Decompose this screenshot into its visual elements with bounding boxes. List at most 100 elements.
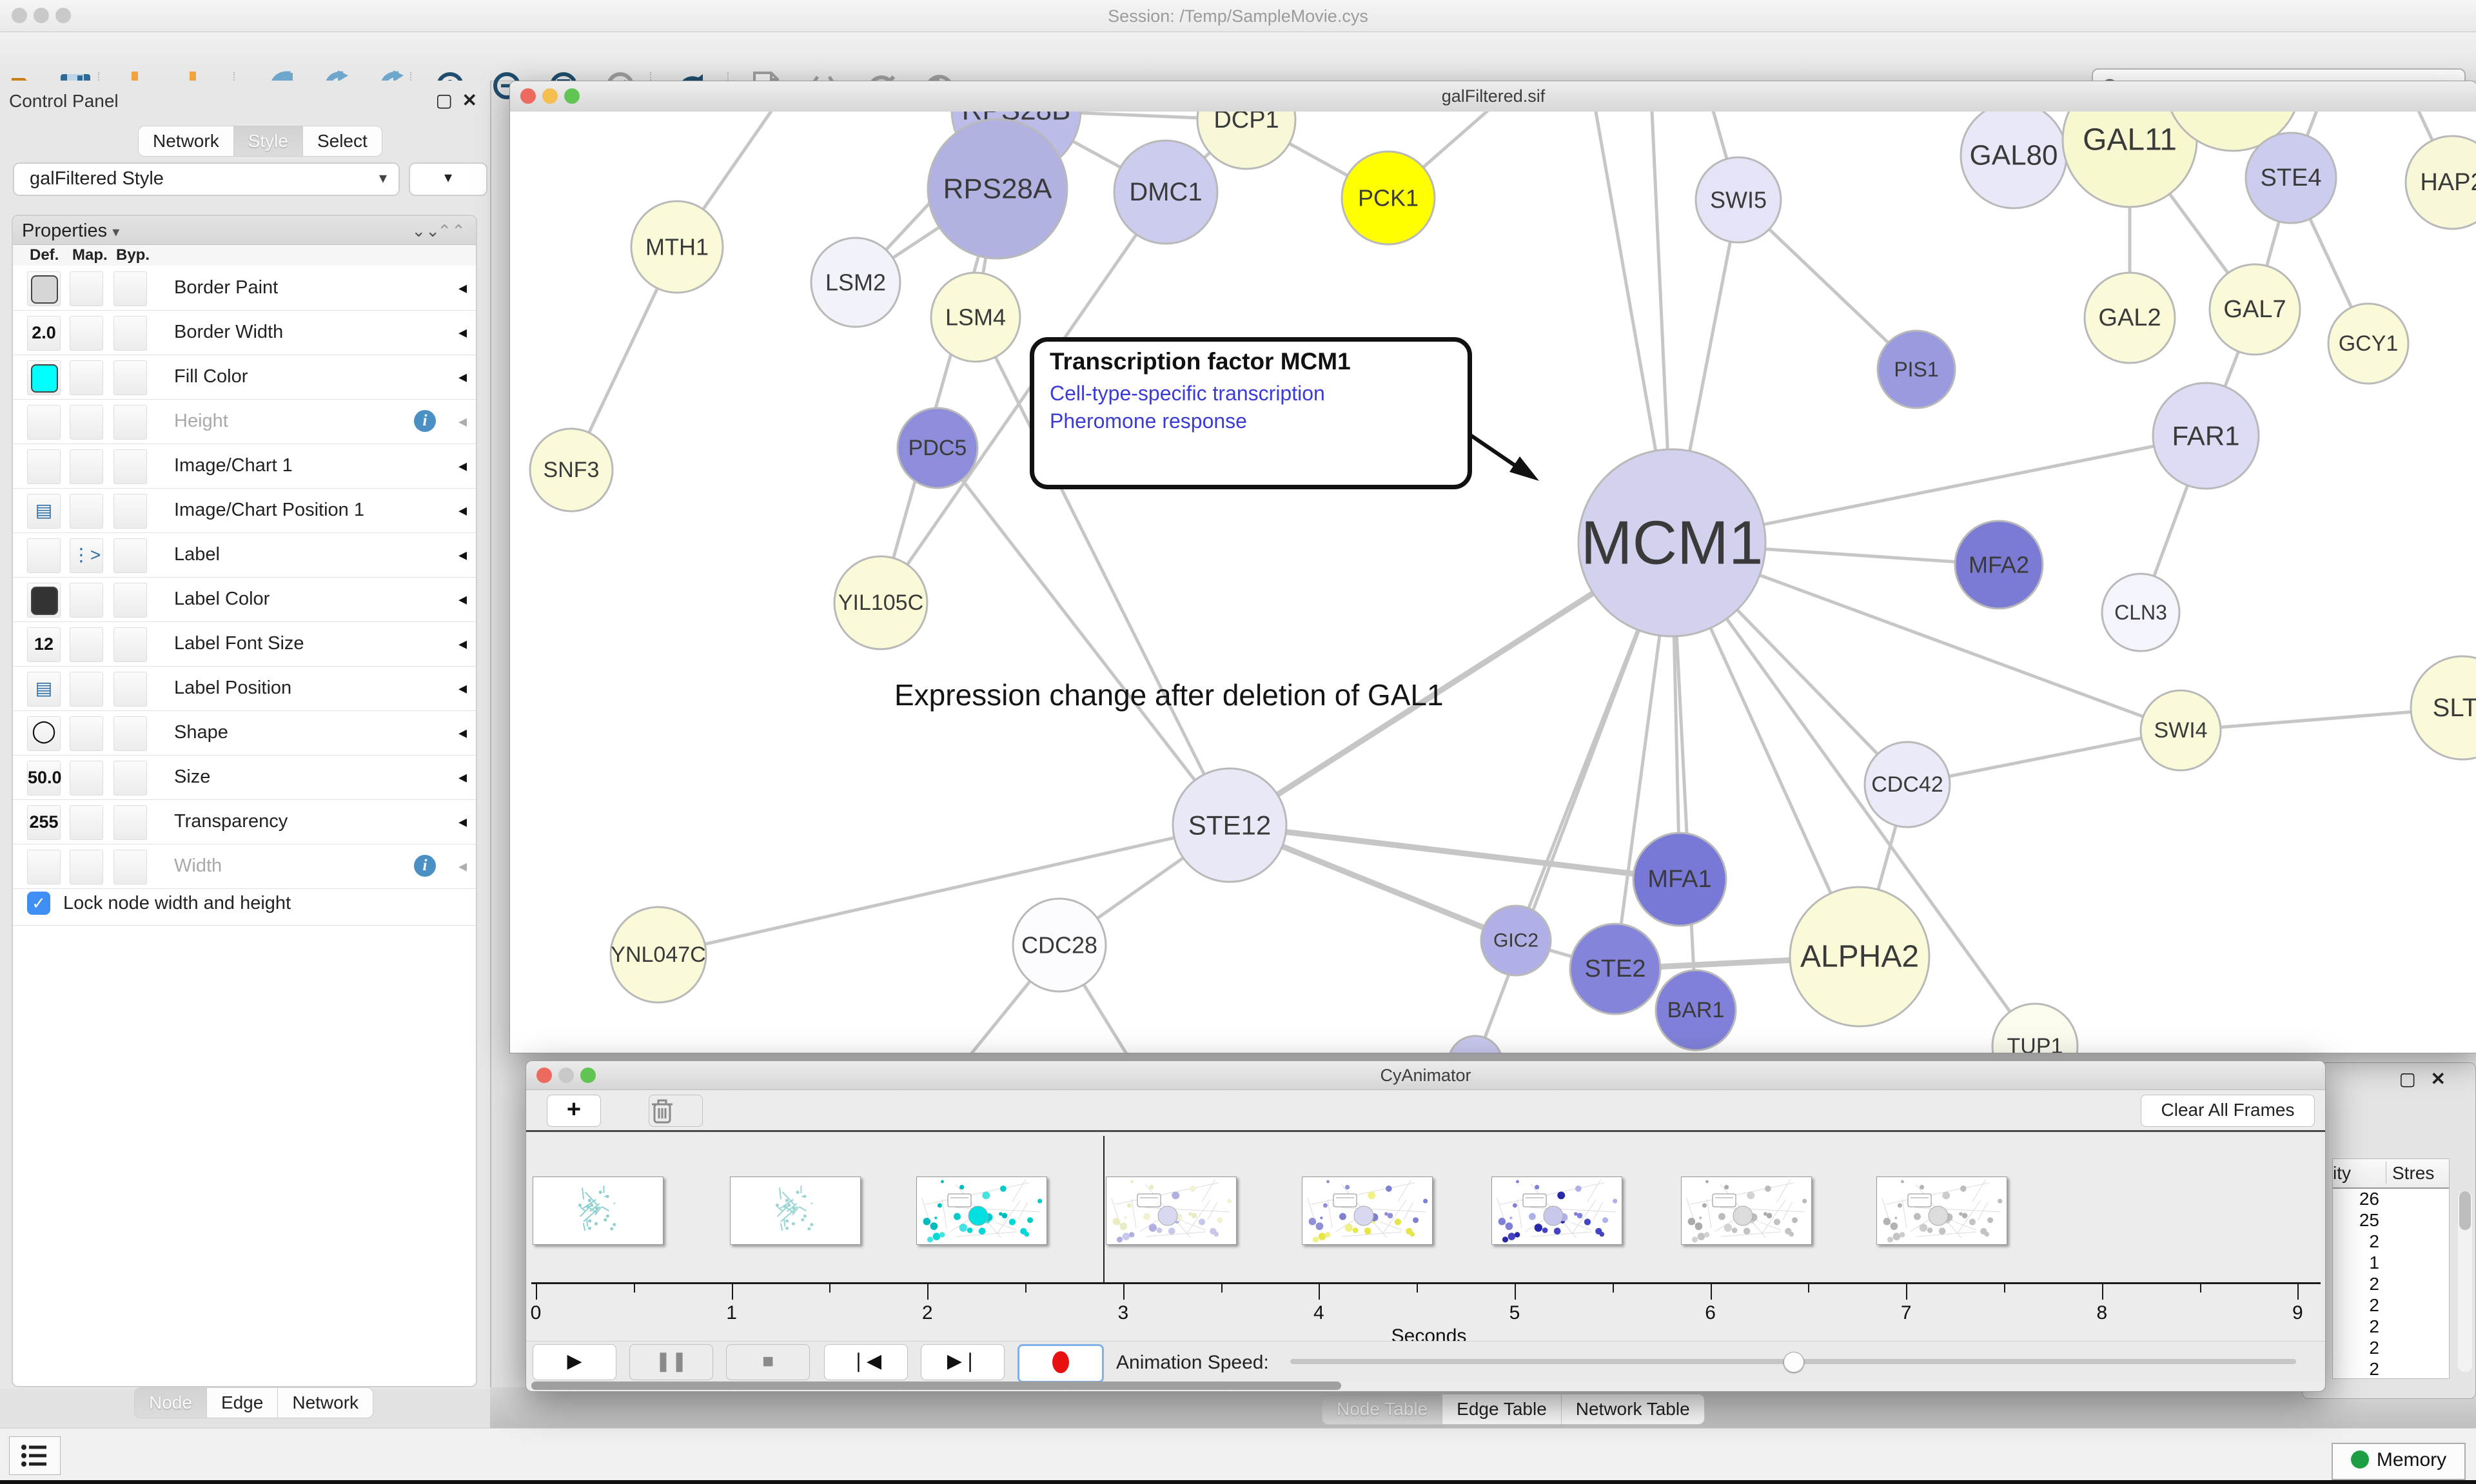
table-column-ity[interactable]: ity xyxy=(2333,1163,2351,1184)
bypass-cell[interactable] xyxy=(113,805,147,840)
mapping-cell[interactable] xyxy=(70,805,103,840)
mapping-cell[interactable] xyxy=(70,716,103,751)
tab-network[interactable]: Network xyxy=(277,1387,373,1418)
network-node-FAR1[interactable]: FAR1 xyxy=(2153,383,2259,489)
bypass-cell[interactable] xyxy=(113,494,147,529)
style-options-button[interactable]: ▾ xyxy=(409,162,487,196)
mapping-cell[interactable] xyxy=(70,494,103,529)
default-value-cell[interactable]: 50.0 xyxy=(27,761,61,796)
default-value-cell[interactable]: ▤ xyxy=(27,672,61,707)
expand-row-icon[interactable]: ◂ xyxy=(458,812,467,832)
network-window-titlebar[interactable]: galFiltered.sif xyxy=(510,81,2476,112)
default-value-cell[interactable] xyxy=(27,449,61,484)
property-row-border-paint[interactable]: Border Paint◂ xyxy=(13,266,476,311)
network-node-DMC1[interactable]: DMC1 xyxy=(1114,141,1217,244)
mapping-cell[interactable]: ⋮> xyxy=(70,538,103,573)
network-node-CLN3[interactable]: CLN3 xyxy=(2102,574,2179,651)
scrollbar-thumb[interactable] xyxy=(531,1381,1341,1390)
mapping-cell[interactable] xyxy=(70,850,103,884)
expand-all-icon[interactable]: ⌄⌄ xyxy=(411,221,440,241)
lock-size-checkbox[interactable]: ✓ xyxy=(27,892,50,915)
property-row-shape[interactable]: ◯Shape◂ xyxy=(13,711,476,756)
expand-row-icon[interactable]: ◂ xyxy=(458,678,467,698)
animation-frame-thumbnail-7[interactable] xyxy=(1681,1176,1812,1245)
property-row-height[interactable]: Heighti◂ xyxy=(13,400,476,444)
network-node-SLT2[interactable]: SLT2 xyxy=(2411,656,2476,759)
tab-select[interactable]: Select xyxy=(302,126,382,157)
network-node-CDC42[interactable]: CDC42 xyxy=(1865,742,1950,827)
mapping-cell[interactable] xyxy=(70,271,103,306)
network-node-MFA2[interactable]: MFA2 xyxy=(1955,521,2043,609)
property-row-label[interactable]: ⋮>Label◂ xyxy=(13,533,476,578)
network-edge[interactable] xyxy=(938,448,1230,825)
info-icon[interactable]: i xyxy=(414,410,436,432)
default-value-cell[interactable] xyxy=(27,271,61,306)
network-node-DCP1[interactable]: DCP1 xyxy=(1197,112,1295,169)
network-node-unlabeled[interactable] xyxy=(1448,1036,1502,1053)
tab-node[interactable]: Node xyxy=(134,1387,206,1418)
expand-row-icon[interactable]: ◂ xyxy=(458,634,467,654)
network-node-TUP1[interactable]: TUP1 xyxy=(1992,1004,2078,1053)
scrollbar-thumb[interactable] xyxy=(2459,1191,2471,1230)
task-history-button[interactable] xyxy=(9,1436,61,1475)
expand-row-icon[interactable]: ◂ xyxy=(458,723,467,743)
tab-edge[interactable]: Edge xyxy=(206,1387,277,1418)
default-value-cell[interactable] xyxy=(27,405,61,440)
mapping-cell[interactable] xyxy=(70,405,103,440)
bypass-cell[interactable] xyxy=(113,850,147,884)
expand-row-icon[interactable]: ◂ xyxy=(458,367,467,387)
table-scrollbar[interactable] xyxy=(2458,1191,2472,1372)
play-button[interactable]: ▶ xyxy=(533,1344,616,1380)
network-node-GAL80[interactable]: GAL80 xyxy=(1961,112,2067,208)
clear-all-frames-button[interactable]: Clear All Frames xyxy=(2141,1095,2315,1127)
bypass-cell[interactable] xyxy=(113,360,147,395)
network-node-MCM1[interactable]: MCM1 xyxy=(1578,449,1765,636)
timeline-playhead[interactable] xyxy=(1103,1136,1105,1282)
dock-tab-node-table[interactable]: Node Table xyxy=(1322,1394,1442,1425)
network-node-GAL7[interactable]: GAL7 xyxy=(2210,264,2300,355)
animation-frame-thumbnail-5[interactable] xyxy=(1302,1176,1433,1245)
bypass-cell[interactable] xyxy=(113,271,147,306)
close-panel-icon[interactable]: ✕ xyxy=(2431,1068,2446,1089)
network-node-GCY1[interactable]: GCY1 xyxy=(2328,304,2408,384)
network-node-YNL047C[interactable]: YNL047C xyxy=(611,907,706,1002)
mapping-cell[interactable] xyxy=(70,761,103,796)
network-node-GAL11[interactable]: GAL11 xyxy=(2063,112,2197,207)
mapping-cell[interactable] xyxy=(70,672,103,707)
info-icon[interactable]: i xyxy=(414,855,436,877)
animation-frame-thumbnail-3[interactable] xyxy=(916,1176,1047,1245)
property-row-label-font-size[interactable]: 12Label Font Size◂ xyxy=(13,622,476,667)
network-edge[interactable] xyxy=(658,825,1230,955)
animation-frame-thumbnail-6[interactable] xyxy=(1491,1176,1622,1245)
expand-row-icon[interactable]: ◂ xyxy=(458,456,467,476)
expand-row-icon[interactable]: ◂ xyxy=(458,322,467,342)
add-frame-button[interactable]: + xyxy=(547,1095,601,1127)
expand-row-icon[interactable]: ◂ xyxy=(458,589,467,609)
pause-button[interactable]: ❚❚ xyxy=(629,1344,713,1380)
default-value-cell[interactable]: ▤ xyxy=(27,494,61,529)
expand-row-icon[interactable]: ◂ xyxy=(458,411,467,431)
expand-row-icon[interactable]: ◂ xyxy=(458,500,467,520)
network-node-CDC28[interactable]: CDC28 xyxy=(1013,899,1106,991)
animation-speed-slider[interactable] xyxy=(1290,1359,2296,1364)
float-panel-icon[interactable]: ▢ xyxy=(2399,1068,2416,1089)
network-node-STE2[interactable]: STE2 xyxy=(1570,924,1660,1014)
network-node-SWI4[interactable]: SWI4 xyxy=(2141,690,2221,770)
network-node-BAR1[interactable]: BAR1 xyxy=(1656,970,1736,1050)
float-panel-icon[interactable]: ▢ xyxy=(436,90,453,111)
animation-frame-thumbnail-8[interactable] xyxy=(1876,1176,2007,1245)
delete-frame-button[interactable] xyxy=(649,1095,703,1127)
network-node-SWI5[interactable]: SWI5 xyxy=(1696,157,1781,242)
property-row-image-chart-position-1[interactable]: ▤Image/Chart Position 1◂ xyxy=(13,489,476,533)
network-annotation-box[interactable]: Transcription factor MCM1 Cell-type-spec… xyxy=(1030,337,1472,489)
property-row-fill-color[interactable]: Fill Color◂ xyxy=(13,355,476,400)
animation-frame-thumbnail-4[interactable] xyxy=(1106,1176,1237,1245)
bypass-cell[interactable] xyxy=(113,583,147,618)
network-node-STE4[interactable]: STE4 xyxy=(2246,133,2336,223)
property-row-border-width[interactable]: 2.0Border Width◂ xyxy=(13,311,476,355)
network-node-LSM4[interactable]: LSM4 xyxy=(931,273,1020,362)
network-node-LSM2[interactable]: LSM2 xyxy=(811,238,900,327)
property-row-label-position[interactable]: ▤Label Position◂ xyxy=(13,667,476,711)
stop-button[interactable]: ■ xyxy=(726,1344,810,1380)
bypass-cell[interactable] xyxy=(113,761,147,796)
